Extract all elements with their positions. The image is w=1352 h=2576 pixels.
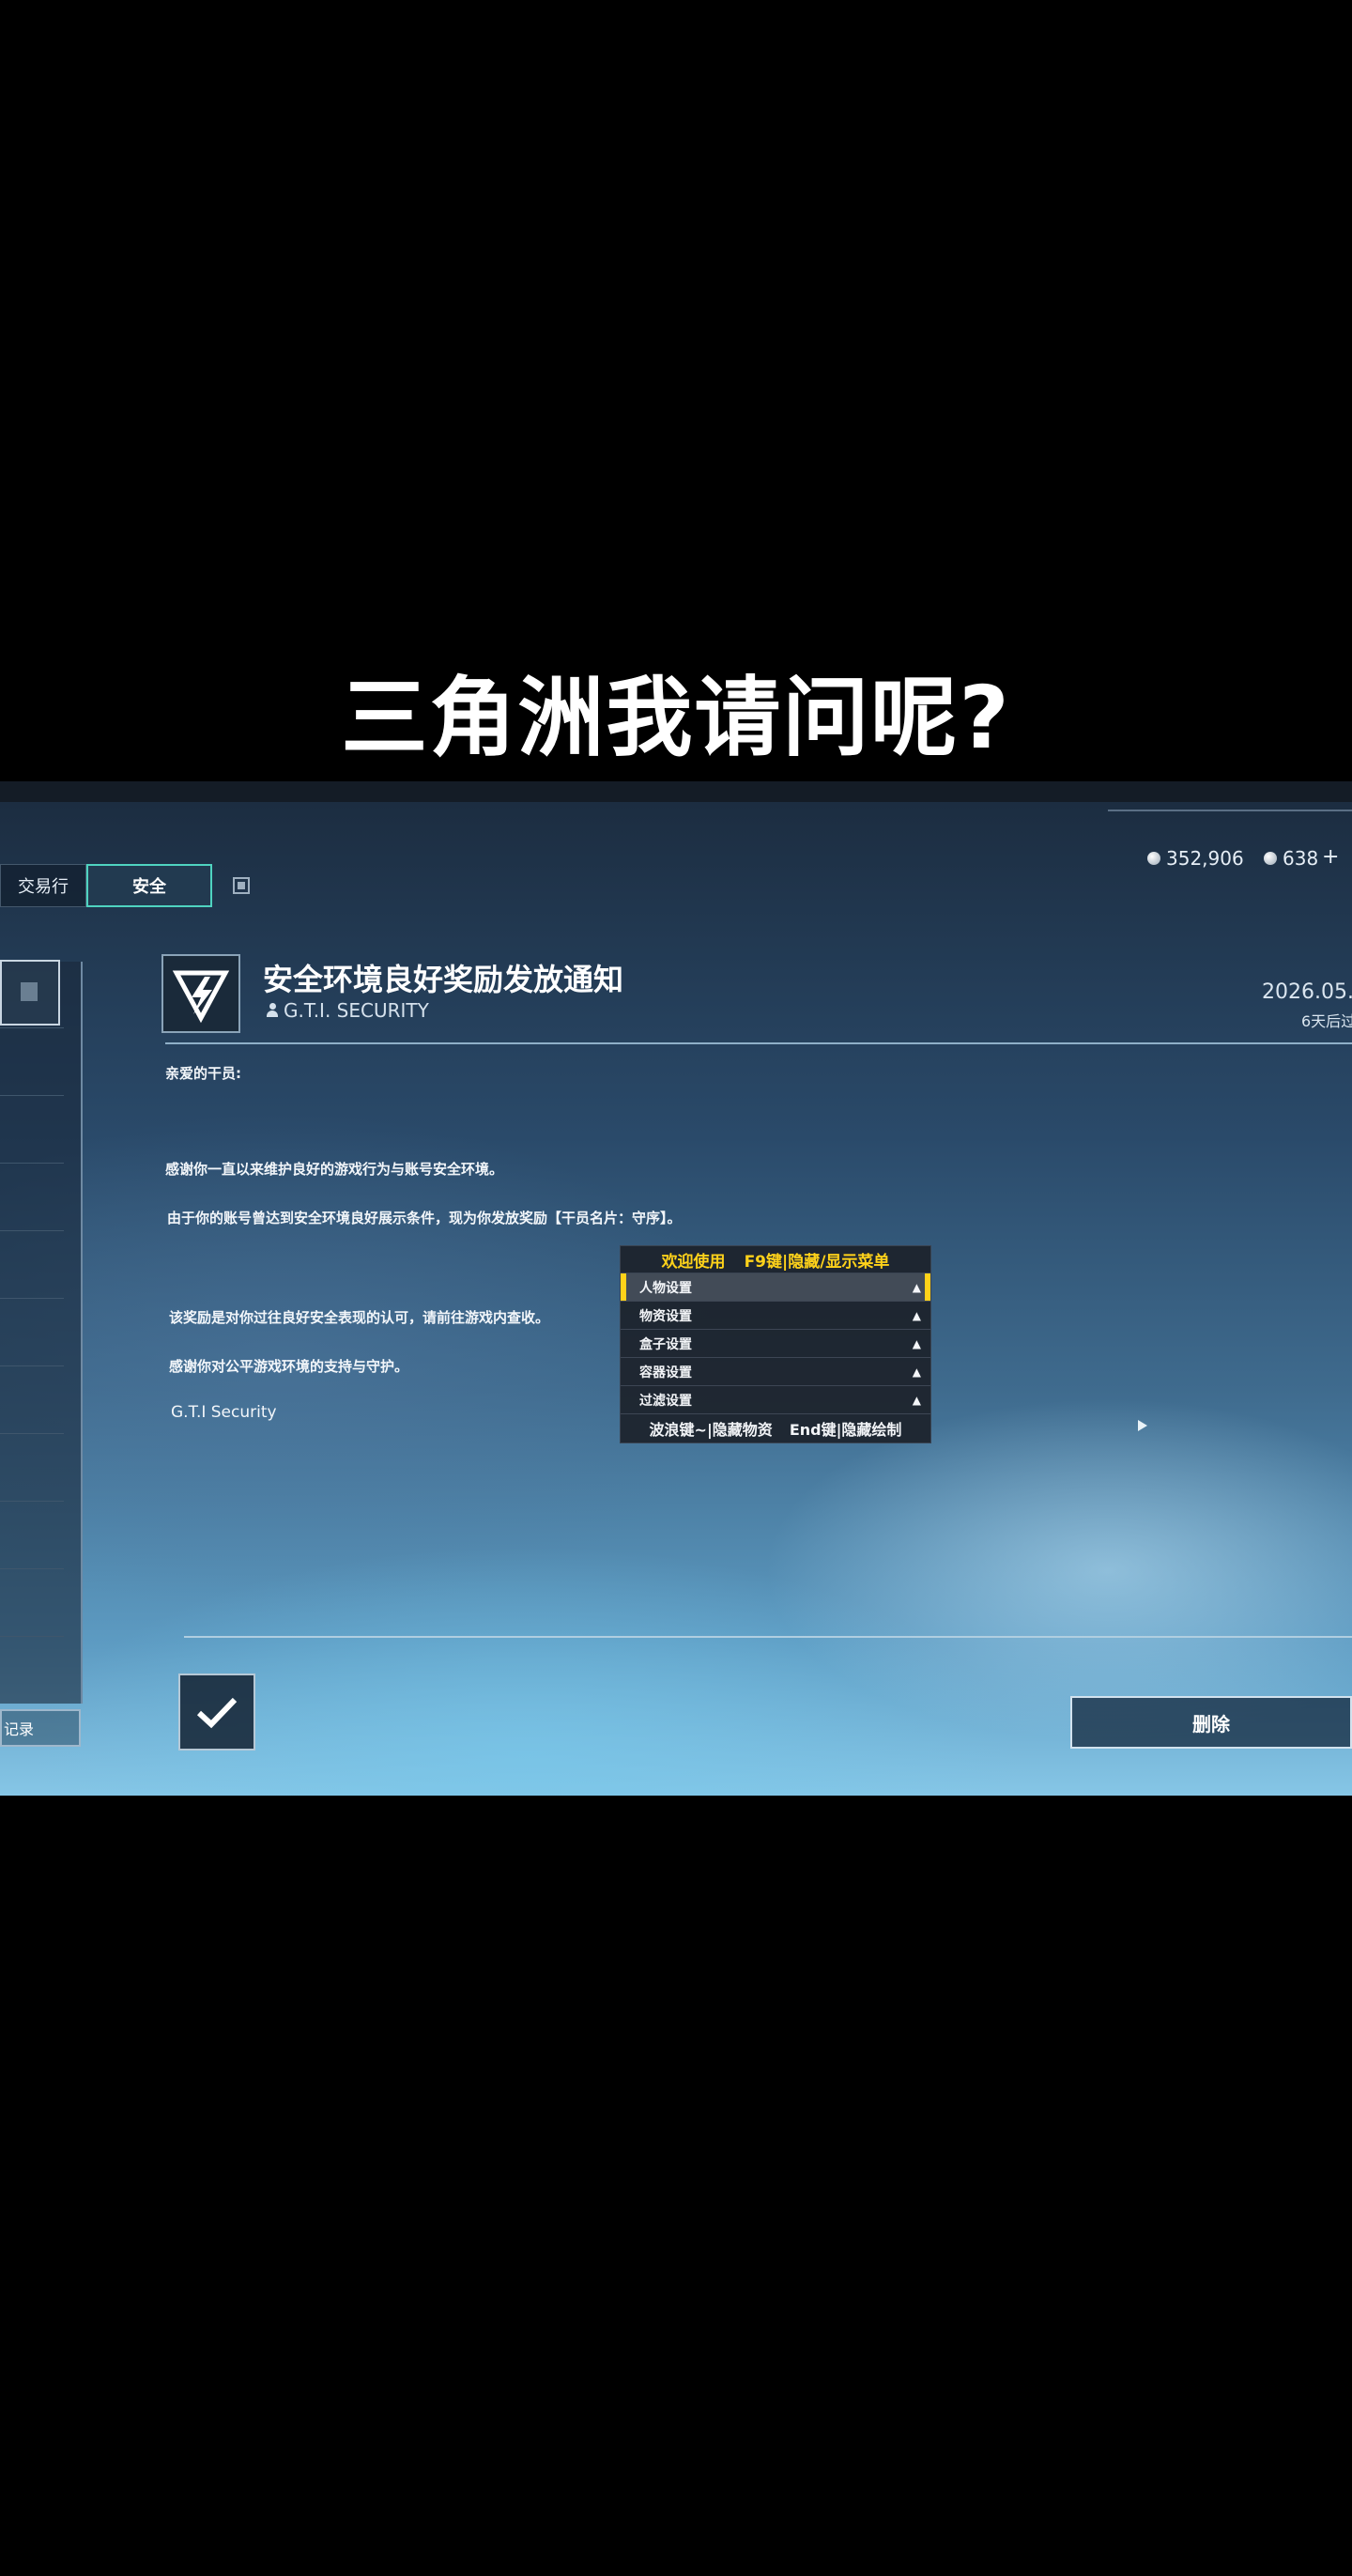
overlay-footer-left: 波浪键~|隐藏物资: [649, 1421, 773, 1439]
overlay-menu-item-label: 人物设置: [639, 1280, 692, 1296]
overlay-menu-item[interactable]: 过滤设置 ▲: [621, 1386, 930, 1414]
mail-list-item[interactable]: [0, 1570, 64, 1637]
mail-list-item[interactable]: [0, 1503, 64, 1569]
mail-sender: G.T.I. SECURITY: [267, 999, 429, 1022]
overlay-title-right: F9键|隐藏/显示菜单: [744, 1252, 890, 1272]
caret-up-icon: ▲: [912, 1308, 921, 1322]
bezel-divider: [1108, 810, 1352, 811]
footer-divider: [184, 1636, 1352, 1638]
overlay-menu-item-label: 物资设置: [639, 1308, 692, 1324]
mail-list-item[interactable]: [0, 1165, 64, 1231]
header-divider: [165, 1042, 1352, 1044]
checkmark-icon: [196, 1697, 238, 1729]
caret-up-icon: ▲: [912, 1336, 921, 1350]
game-screen: 交易行 安全 352,906 638 + 记录 安全环境良好奖励发放通知 G.T…: [0, 781, 1352, 1796]
tab-security[interactable]: 安全: [86, 864, 212, 907]
tab-extra-icon[interactable]: [233, 877, 250, 894]
overlay-menu: 欢迎使用 F9键|隐藏/显示菜单 人物设置 ▲ 物资设置 ▲ 盒子设置 ▲ 容器…: [620, 1245, 931, 1443]
mail-list-item[interactable]: [0, 1232, 64, 1299]
overlay-footer-right: End键|隐藏绘制: [789, 1421, 902, 1439]
mail-paragraph: 由于你的账号曾达到安全环境良好展示条件，现为你发放奖励【干员名片：守序】。: [167, 1210, 682, 1226]
currency-secondary-value: 638: [1283, 847, 1319, 870]
currency-primary-value: 352,906: [1166, 847, 1244, 870]
gti-security-logo-icon: [161, 954, 240, 1033]
overlay-menu-item[interactable]: 盒子设置 ▲: [621, 1330, 930, 1358]
overlay-menu-item[interactable]: 物资设置 ▲: [621, 1302, 930, 1330]
overlay-menu-item-label: 过滤设置: [639, 1393, 692, 1409]
mail-paragraph: 感谢你一直以来维护良好的游戏行为与账号安全环境。: [165, 1161, 504, 1178]
caret-up-icon: ▲: [912, 1280, 921, 1294]
lightning-shield-icon: [172, 970, 230, 1024]
coin-icon: [1147, 852, 1160, 865]
mail-signature: G.T.I Security: [171, 1403, 277, 1422]
video-caption: 三角洲我请问呢?: [341, 668, 1011, 768]
mouse-cursor-icon: [1138, 1420, 1147, 1431]
add-currency-button[interactable]: +: [1322, 845, 1339, 869]
mail-sender-name: G.T.I. SECURITY: [284, 999, 429, 1022]
mail-list-sidebar: [0, 962, 83, 1704]
record-button[interactable]: 记录: [0, 1709, 81, 1747]
delete-button[interactable]: 删除: [1070, 1696, 1352, 1749]
tab-exchange[interactable]: 交易行: [0, 864, 86, 907]
mail-title: 安全环境良好奖励发放通知: [263, 962, 624, 997]
caret-up-icon: ▲: [912, 1365, 921, 1379]
person-icon: [267, 1003, 278, 1018]
mail-list-item[interactable]: [0, 1367, 64, 1434]
mail-expire: 6天后过: [1301, 1012, 1352, 1030]
overlay-menu-item-label: 容器设置: [639, 1365, 692, 1381]
mail-paragraph: 感谢你对公平游戏环境的支持与守护。: [169, 1358, 409, 1375]
currency-primary: 352,906: [1147, 847, 1244, 870]
caret-up-icon: ▲: [912, 1393, 921, 1407]
overlay-title-left: 欢迎使用: [661, 1252, 726, 1272]
overlay-menu-item[interactable]: 容器设置 ▲: [621, 1358, 930, 1386]
coin-icon: [1264, 852, 1277, 865]
mail-greeting: 亲爱的干员:: [165, 1065, 241, 1082]
mail-list-item[interactable]: [0, 1435, 64, 1502]
mail-paragraph: 该奖励是对你过往良好安全表现的认可，请前往游戏内查收。: [169, 1309, 550, 1326]
overlay-menu-item[interactable]: 人物设置 ▲: [621, 1273, 930, 1302]
overlay-menu-title: 欢迎使用 F9键|隐藏/显示菜单: [621, 1246, 930, 1273]
overlay-menu-footer: 波浪键~|隐藏物资 End键|隐藏绘制: [621, 1414, 930, 1442]
mail-date: 2026.05.: [1262, 980, 1352, 1004]
overlay-menu-item-label: 盒子设置: [639, 1336, 692, 1352]
screen-top-bezel: [0, 781, 1352, 802]
mail-list-item[interactable]: [0, 1300, 64, 1366]
currency-secondary: 638: [1264, 847, 1318, 870]
mail-list-item[interactable]: [0, 1097, 64, 1164]
mail-list-item-selected[interactable]: [0, 960, 60, 1026]
select-all-checkbox[interactable]: [178, 1674, 255, 1751]
mail-list-item[interactable]: [0, 1029, 64, 1096]
